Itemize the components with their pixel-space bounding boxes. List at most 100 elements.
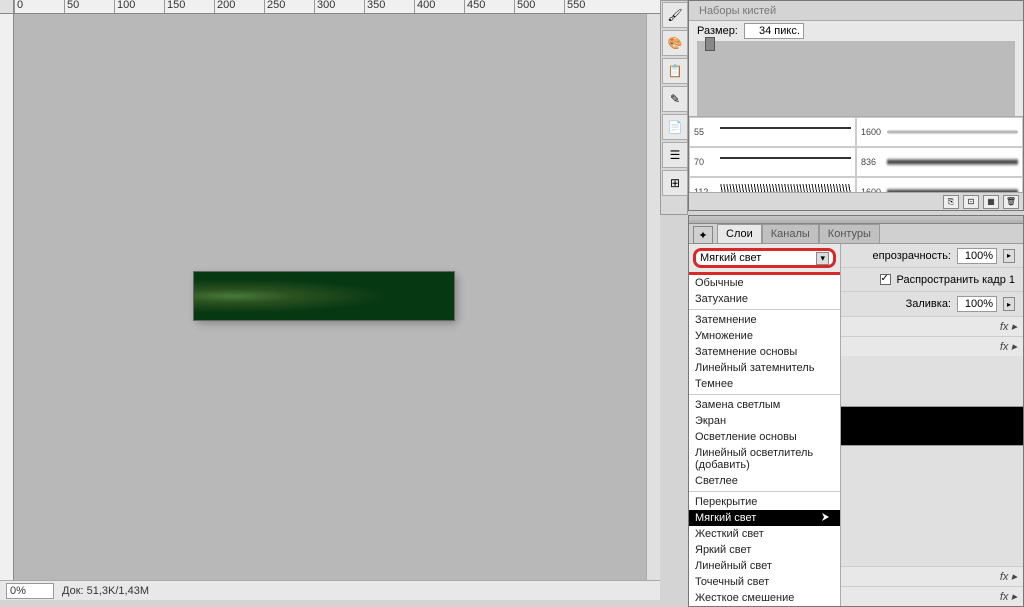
separator <box>689 309 840 310</box>
opacity-flyout[interactable]: ▸ <box>1003 249 1015 263</box>
ruler-tick: 250 <box>264 0 314 14</box>
brush-stroke-preview <box>887 125 1018 139</box>
tool-button[interactable]: 🎨 <box>662 30 688 56</box>
ruler-origin[interactable] <box>0 0 14 14</box>
brush-size-label: Размер: <box>697 25 738 37</box>
tool-button[interactable]: ☰ <box>662 142 688 168</box>
blend-mode-option[interactable]: Экран <box>689 413 840 429</box>
brush-size-number: 55 <box>694 127 716 137</box>
panel-footer-button[interactable]: ⊡ <box>963 195 979 209</box>
ruler-tick: 300 <box>314 0 364 14</box>
separator <box>689 394 840 395</box>
brush-tab[interactable] <box>792 4 800 18</box>
brush-tab[interactable]: Наборы кистей <box>695 4 780 18</box>
brush-size-number: 70 <box>694 157 716 167</box>
scrollbar-vertical[interactable] <box>646 14 660 580</box>
brush-preset[interactable]: 1600 <box>856 177 1023 192</box>
fill-flyout[interactable]: ▸ <box>1003 297 1015 311</box>
panel-tab[interactable]: Слои <box>717 224 762 243</box>
brush-panel-footer: ⎘ ⊡ ▦ 🗑 <box>689 192 1023 210</box>
status-bar: 0% Док: 51,3K/1,43M <box>0 580 660 600</box>
ruler-tick: 0 <box>14 0 64 14</box>
panel-tab[interactable]: Каналы <box>762 224 819 243</box>
ruler-vertical[interactable] <box>0 14 14 580</box>
blend-mode-option[interactable]: Обычные <box>689 275 840 291</box>
doc-size-label: Док: 51,3K/1,43M <box>62 585 149 597</box>
ruler-tick: 400 <box>414 0 464 14</box>
side-tool-column: 🖌🎨📋✎📄☰⊞ <box>660 0 688 215</box>
panel-icon[interactable]: ✦ <box>693 226 713 244</box>
brush-size-slider[interactable] <box>697 41 1015 116</box>
blend-mode-option[interactable]: Перекрытие <box>689 494 840 510</box>
tool-button[interactable]: 📋 <box>662 58 688 84</box>
brush-preset[interactable]: 55 <box>689 117 856 147</box>
brush-tab[interactable] <box>802 4 810 18</box>
brushes-panel: Наборы кистей Размер: 34 пикс. 55 1600 70 8… <box>688 0 1024 211</box>
ruler-tick: 450 <box>464 0 514 14</box>
panel-tab[interactable]: Контуры <box>819 224 880 243</box>
panel-footer-button[interactable]: ▦ <box>983 195 999 209</box>
panel-footer-button[interactable]: ⎘ <box>943 195 959 209</box>
blend-mode-option[interactable]: Умножение <box>689 328 840 344</box>
ruler-tick: 500 <box>514 0 564 14</box>
brush-stroke-preview <box>720 127 851 145</box>
blend-mode-option[interactable]: Жесткий свет <box>689 526 840 542</box>
fill-label: Заливка: <box>906 298 951 310</box>
blend-mode-option[interactable]: Жесткое смешение <box>689 590 840 606</box>
blend-mode-option[interactable]: Затухание <box>689 291 840 307</box>
brush-preset[interactable]: 112 <box>689 177 856 192</box>
opacity-label: епрозрачность: <box>873 250 951 262</box>
brush-tab[interactable] <box>782 4 790 18</box>
zoom-field[interactable]: 0% <box>6 583 54 599</box>
brush-preset[interactable]: 836 <box>856 147 1023 177</box>
brush-size-number: 836 <box>861 157 883 167</box>
ruler-tick: 150 <box>164 0 214 14</box>
brush-panel-tabs: Наборы кистей <box>689 1 1023 21</box>
brush-preset[interactable]: 1600 <box>856 117 1023 147</box>
layers-panel: ✦ СлоиКаналыКонтуры Мягкий свет ОбычныеЗ… <box>688 215 1024 607</box>
panel-footer-button[interactable]: 🗑 <box>1003 195 1019 209</box>
brush-stroke-preview <box>720 184 851 192</box>
tool-button[interactable]: ✎ <box>662 86 688 112</box>
blend-mode-option[interactable]: Затемнение основы <box>689 344 840 360</box>
blend-mode-option[interactable]: Светлее <box>689 473 840 489</box>
ruler-tick: 350 <box>364 0 414 14</box>
blend-mode-option[interactable]: Яркий свет <box>689 542 840 558</box>
ruler-tick: 200 <box>214 0 264 14</box>
layer-fx-row[interactable]: fx ▸ <box>841 586 1023 606</box>
layer-fx-row[interactable]: fx ▸ <box>841 336 1023 356</box>
tool-button[interactable]: 🖌 <box>662 2 688 28</box>
blend-mode-list: ОбычныеЗатухание ЗатемнениеУмножениеЗатем… <box>689 272 840 606</box>
blend-mode-dropdown[interactable]: Мягкий свет <box>693 248 836 268</box>
layer-fx-row[interactable]: fx ▸ <box>841 566 1023 586</box>
blend-mode-option[interactable]: Линейный осветлитель (добавить) <box>689 445 840 473</box>
blend-mode-option[interactable]: Линейный свет <box>689 558 840 574</box>
propagate-checkbox[interactable] <box>880 274 891 285</box>
ruler-horizontal[interactable]: 050100150200250300350400450500550600 <box>14 0 660 14</box>
fill-input[interactable]: 100% <box>957 296 997 312</box>
document-canvas[interactable] <box>194 272 454 320</box>
brush-preset[interactable]: 70 <box>689 147 856 177</box>
brush-size-input[interactable]: 34 пикс. <box>744 23 804 39</box>
tool-button[interactable]: ⊞ <box>662 170 688 196</box>
opacity-input[interactable]: 100% <box>957 248 997 264</box>
canvas-viewport[interactable] <box>14 14 646 580</box>
brush-preset-grid: 551600708361121600134130074 <box>689 116 1023 192</box>
brush-stroke-preview <box>887 155 1018 169</box>
layer-fx-row[interactable]: fx ▸ <box>841 316 1023 336</box>
blend-mode-option[interactable]: Мягкий свет <box>689 510 840 526</box>
brush-size-number: 1600 <box>861 187 883 192</box>
blend-mode-option[interactable]: Замена светлым <box>689 397 840 413</box>
ruler-tick: 100 <box>114 0 164 14</box>
panel-grip[interactable] <box>689 216 1023 224</box>
propagate-label: Распространить кадр 1 <box>897 274 1015 286</box>
layer-thumbnail[interactable] <box>841 406 1023 446</box>
blend-mode-option[interactable]: Осветление основы <box>689 429 840 445</box>
blend-mode-option[interactable]: Затемнение <box>689 312 840 328</box>
brush-size-number: 112 <box>694 187 716 192</box>
blend-mode-option[interactable]: Темнее <box>689 376 840 392</box>
tool-button[interactable]: 📄 <box>662 114 688 140</box>
blend-mode-option[interactable]: Линейный затемнитель <box>689 360 840 376</box>
brush-stroke-preview <box>720 157 851 175</box>
blend-mode-option[interactable]: Точечный свет <box>689 574 840 590</box>
